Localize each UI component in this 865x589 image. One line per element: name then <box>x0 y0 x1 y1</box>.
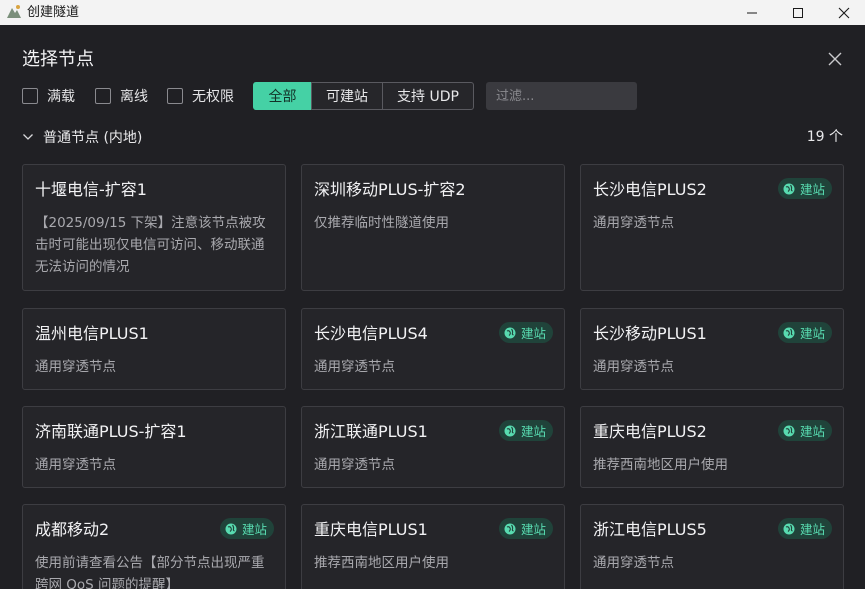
node-card[interactable]: 温州电信PLUS1 通用穿透节点 <box>22 308 286 390</box>
full-load-label: 满载 <box>47 89 75 105</box>
dialog-close-button[interactable] <box>823 47 847 71</box>
window-close-button[interactable] <box>821 0 865 25</box>
globe-icon <box>783 425 795 436</box>
no-permission-checkbox[interactable]: 无权限 <box>167 87 234 105</box>
build-badge-label: 建站 <box>799 522 825 537</box>
build-badge: 建站 <box>219 518 274 539</box>
node-name: 十堰电信-扩容1 <box>35 180 147 199</box>
offline-checkbox[interactable]: 离线 <box>95 87 148 105</box>
build-badge: 建站 <box>777 518 832 539</box>
node-card[interactable]: 重庆电信PLUS2 推荐西南地区用户使用 建站 <box>580 406 844 488</box>
node-description: 仅推荐临时性隧道使用 <box>314 215 449 231</box>
node-name: 温州电信PLUS1 <box>35 324 149 343</box>
build-badge-label: 建站 <box>520 522 546 537</box>
app-icon <box>7 5 21 18</box>
group-toggle[interactable]: 普通节点 (内地) <box>22 126 142 148</box>
globe-icon <box>783 183 795 194</box>
filter-input[interactable] <box>486 82 637 110</box>
node-card[interactable]: 浙江电信PLUS5 通用穿透节点 建站 <box>580 504 844 589</box>
node-card[interactable]: 济南联通PLUS-扩容1 通用穿透节点 <box>22 406 286 488</box>
node-name: 长沙移动PLUS1 <box>593 324 707 343</box>
node-name: 长沙电信PLUS2 <box>593 180 707 199</box>
node-description: 【2025/09/15 下架】注意该节点被攻击时可能出现仅电信可访问、移动联通无… <box>35 215 266 275</box>
node-name: 深圳移动PLUS-扩容2 <box>314 180 466 199</box>
node-name: 重庆电信PLUS2 <box>593 422 707 441</box>
node-name: 济南联通PLUS-扩容1 <box>35 422 187 441</box>
globe-icon <box>504 327 516 338</box>
node-name: 长沙电信PLUS4 <box>314 324 428 343</box>
offline-label: 离线 <box>120 89 148 105</box>
globe-icon <box>504 523 516 534</box>
full-load-checkbox[interactable]: 满载 <box>22 87 75 105</box>
build-badge: 建站 <box>777 178 832 199</box>
globe-icon <box>783 327 795 338</box>
node-description: 使用前请查看公告【部分节点出现严重跨网 QoS 问题的提醒】 <box>35 555 265 589</box>
node-card[interactable]: 重庆电信PLUS1 推荐西南地区用户使用 建站 <box>301 504 565 589</box>
tab-all[interactable]: 全部 <box>253 82 312 110</box>
node-name: 浙江联通PLUS1 <box>314 422 428 441</box>
close-icon <box>838 7 850 18</box>
node-card[interactable]: 长沙移动PLUS1 通用穿透节点 建站 <box>580 308 844 390</box>
node-description: 通用穿透节点 <box>593 555 674 571</box>
build-badge-label: 建站 <box>799 424 825 439</box>
node-description: 通用穿透节点 <box>314 359 395 375</box>
window-title: 创建隧道 <box>27 5 80 20</box>
node-name: 重庆电信PLUS1 <box>314 520 428 539</box>
globe-icon <box>783 523 795 534</box>
node-description: 通用穿透节点 <box>593 359 674 375</box>
close-icon <box>828 52 842 66</box>
window-titlebar: 创建隧道 <box>0 0 865 25</box>
checkbox-box[interactable] <box>167 88 183 104</box>
tab-buildable[interactable]: 可建站 <box>311 82 383 110</box>
node-card[interactable]: 成都移动2 使用前请查看公告【部分节点出现严重跨网 QoS 问题的提醒】 建站 <box>22 504 286 589</box>
node-description: 通用穿透节点 <box>35 457 116 473</box>
build-badge-label: 建站 <box>520 424 546 439</box>
maximize-button[interactable] <box>775 0 821 25</box>
node-card[interactable]: 浙江联通PLUS1 通用穿透节点 建站 <box>301 406 565 488</box>
build-badge: 建站 <box>777 322 832 343</box>
maximize-icon <box>793 7 803 18</box>
build-badge-label: 建站 <box>799 182 825 197</box>
node-description: 推荐西南地区用户使用 <box>593 457 728 473</box>
checkbox-box[interactable] <box>22 88 38 104</box>
build-badge: 建站 <box>498 322 553 343</box>
node-name: 浙江电信PLUS5 <box>593 520 707 539</box>
build-badge-label: 建站 <box>241 522 267 537</box>
minimize-icon <box>747 12 757 13</box>
node-description: 通用穿透节点 <box>35 359 116 375</box>
select-node-dialog: 选择节点 满载 离线 无权限 全部 可建站 支持 UDP 普通节点 (内地) 1… <box>0 25 865 589</box>
node-description: 推荐西南地区用户使用 <box>314 555 449 571</box>
no-permission-label: 无权限 <box>192 89 234 105</box>
checkbox-box[interactable] <box>95 88 111 104</box>
minimize-button[interactable] <box>729 0 775 25</box>
node-description: 通用穿透节点 <box>593 215 674 231</box>
build-badge-label: 建站 <box>799 326 825 341</box>
globe-icon <box>225 523 237 534</box>
globe-icon <box>504 425 516 436</box>
dialog-title: 选择节点 <box>22 49 94 70</box>
build-badge: 建站 <box>498 518 553 539</box>
node-count: 19 个 <box>806 129 843 145</box>
group-label: 普通节点 (内地) <box>43 130 143 146</box>
node-card[interactable]: 长沙电信PLUS4 通用穿透节点 建站 <box>301 308 565 390</box>
node-description: 通用穿透节点 <box>314 457 395 473</box>
node-card[interactable]: 深圳移动PLUS-扩容2 仅推荐临时性隧道使用 <box>301 164 565 291</box>
node-name: 成都移动2 <box>35 520 110 539</box>
node-card[interactable]: 十堰电信-扩容1 【2025/09/15 下架】注意该节点被攻击时可能出现仅电信可… <box>22 164 286 291</box>
build-badge: 建站 <box>498 420 553 441</box>
chevron-down-icon <box>23 134 33 140</box>
tab-udp[interactable]: 支持 UDP <box>382 82 474 110</box>
build-badge-label: 建站 <box>520 326 546 341</box>
build-badge: 建站 <box>777 420 832 441</box>
node-card[interactable]: 长沙电信PLUS2 通用穿透节点 建站 <box>580 164 844 291</box>
